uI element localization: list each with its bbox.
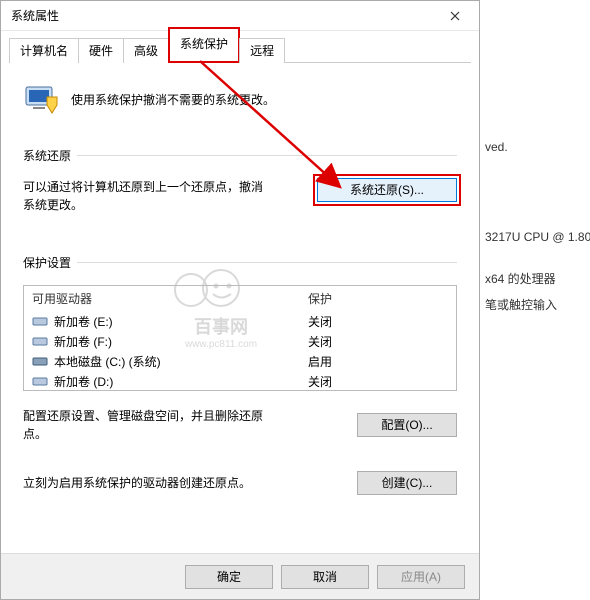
drive-status: 关闭	[308, 373, 448, 390]
tab-system-protection[interactable]: 系统保护	[168, 27, 240, 63]
tab-strip: 计算机名 硬件 高级 系统保护 远程	[9, 39, 471, 63]
bg-text: x64 的处理器	[485, 270, 556, 287]
drive-row[interactable]: 本地磁盘 (C:) (系统) 启用	[24, 351, 456, 371]
tab-hardware[interactable]: 硬件	[78, 38, 124, 63]
drives-list: 可用驱动器 保护 新加卷 (E:) 关闭 新加卷 (F:) 关闭 本地磁盘 (C…	[23, 285, 457, 391]
close-button[interactable]	[432, 2, 477, 30]
tab-content: 使用系统保护撤消不需要的系统更改。 系统还原 可以通过将计算机还原到上一个还原点…	[1, 63, 479, 553]
restore-heading: 系统还原	[23, 147, 71, 164]
tab-advanced[interactable]: 高级	[123, 38, 169, 63]
col-header-drive: 可用驱动器	[32, 290, 308, 307]
ok-button[interactable]: 确定	[185, 565, 273, 589]
create-button[interactable]: 创建(C)...	[357, 471, 457, 495]
drive-row[interactable]: 新加卷 (E:) 关闭	[24, 311, 456, 331]
drive-icon	[32, 335, 48, 347]
drive-name: 新加卷 (F:)	[54, 333, 308, 350]
shield-monitor-icon	[23, 81, 59, 117]
drive-status: 启用	[308, 353, 448, 370]
drive-row[interactable]: 新加卷 (D:) 关闭	[24, 371, 456, 391]
drive-icon	[32, 375, 48, 387]
col-header-protection: 保护	[308, 290, 448, 307]
drive-status: 关闭	[308, 333, 448, 350]
close-icon	[450, 11, 460, 21]
protection-heading: 保护设置	[23, 254, 71, 271]
bg-text: 3217U CPU @ 1.80	[485, 230, 590, 244]
configure-description: 配置还原设置、管理磁盘空间，并且删除还原点。	[23, 407, 273, 443]
system-restore-button[interactable]: 系统还原(S)...	[317, 178, 457, 202]
bg-text: 笔或触控输入	[485, 296, 557, 313]
tab-computer-name[interactable]: 计算机名	[9, 38, 79, 63]
drive-icon	[32, 315, 48, 327]
configure-button[interactable]: 配置(O)...	[357, 413, 457, 437]
bg-text: ved.	[485, 140, 508, 154]
drives-scroll[interactable]: 新加卷 (E:) 关闭 新加卷 (F:) 关闭 本地磁盘 (C:) (系统) 启…	[24, 311, 456, 391]
drive-icon	[32, 355, 48, 367]
create-description: 立刻为启用系统保护的驱动器创建还原点。	[23, 474, 273, 492]
drive-name: 新加卷 (E:)	[54, 313, 308, 330]
window-title: 系统属性	[11, 7, 432, 24]
system-properties-dialog: 系统属性 计算机名 硬件 高级 系统保护 远程 使用系统保护撤消不需要的系统更改…	[0, 0, 480, 600]
cancel-button[interactable]: 取消	[281, 565, 369, 589]
dialog-footer: 确定 取消 应用(A)	[1, 553, 479, 599]
drive-name: 新加卷 (D:)	[54, 373, 308, 390]
intro-text: 使用系统保护撤消不需要的系统更改。	[71, 91, 275, 108]
drive-row[interactable]: 新加卷 (F:) 关闭	[24, 331, 456, 351]
drive-name: 本地磁盘 (C:) (系统)	[54, 353, 308, 370]
apply-button[interactable]: 应用(A)	[377, 565, 465, 589]
tab-remote[interactable]: 远程	[239, 38, 285, 63]
restore-description: 可以通过将计算机还原到上一个还原点，撤消系统更改。	[23, 178, 273, 214]
drive-status: 关闭	[308, 313, 448, 330]
